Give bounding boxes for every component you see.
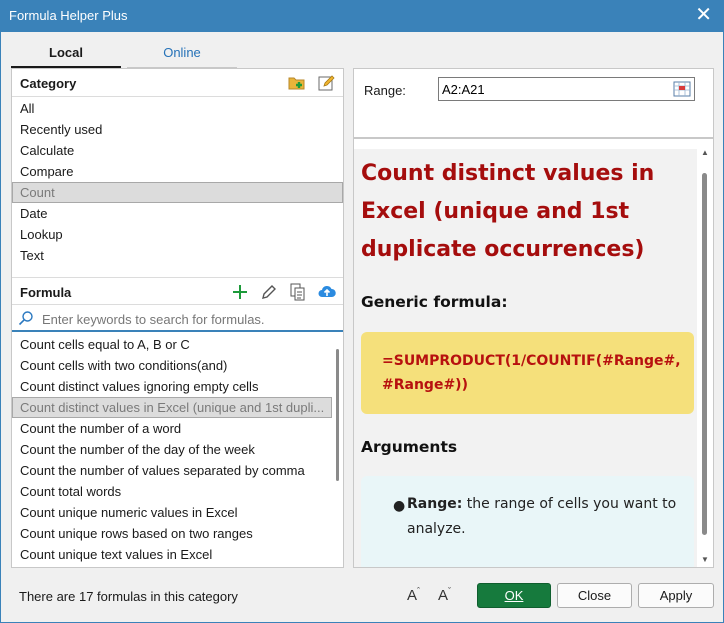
formula-code-line-1: =SUMPRODUCT(1/COUNTIF(#Range#, [382,353,681,369]
bullet-icon: ● [393,498,406,514]
range-input[interactable] [442,81,662,97]
range-field [438,77,695,101]
tab-strip: Local Online [11,42,243,68]
window-title: Formula Helper Plus [9,8,128,23]
scroll-up-icon[interactable]: ▲ [701,148,709,157]
category-item-all[interactable]: All [12,98,343,119]
formula-list: Count cells equal to A, B or C Count cel… [12,334,332,566]
scrollbar-thumb[interactable] [702,173,707,535]
category-item-lookup[interactable]: Lookup [12,224,343,245]
list-item[interactable]: Count the number of values separated by … [12,460,332,481]
formula-search-input[interactable] [42,309,337,329]
category-heading: Category [20,76,77,91]
arguments-heading: Arguments [361,438,458,456]
list-item-selected[interactable]: Count distinct values in Excel (unique a… [12,397,332,418]
category-item-calculate[interactable]: Calculate [12,140,343,161]
argument-name: Range: [407,496,463,512]
list-item[interactable]: Count unique rows based on two ranges [12,523,332,544]
formula-title: Count distinct values in Excel (unique a… [361,161,655,262]
arguments-box: ● Range: the range of cells you want to … [361,476,694,567]
list-item[interactable]: Count the number of a word [12,418,332,439]
search-icon [18,310,34,329]
decrease-font-icon[interactable]: Aˇ [438,586,451,604]
formula-description: Count distinct values in Excel (unique a… [353,138,714,568]
close-button[interactable]: Close [557,583,632,608]
range-picker-icon[interactable] [673,81,691,97]
list-item[interactable]: Count unique text values in Excel [12,544,332,565]
range-label: Range: [364,83,406,98]
list-item[interactable]: Count cells with two conditions(and) [12,355,332,376]
title-bar: Formula Helper Plus ✕ [0,0,724,32]
category-header: Category [12,69,343,97]
add-formula-icon[interactable] [230,282,250,302]
list-item[interactable]: Count total words [12,481,332,502]
range-panel: Range: [353,68,714,138]
formula-header: Formula [12,277,343,305]
list-item[interactable]: Count distinct values ignoring empty cel… [12,376,332,397]
generic-formula-heading: Generic formula: [361,293,508,311]
tab-online[interactable]: Online [127,42,237,68]
edit-category-icon[interactable] [317,73,337,93]
increase-font-icon[interactable]: Aˆ [407,586,420,604]
status-text: There are 17 formulas in this category [19,589,238,604]
list-item[interactable]: Count cells equal to A, B or C [12,334,332,355]
upload-cloud-icon[interactable] [317,282,337,302]
edit-formula-icon[interactable] [259,282,279,302]
formula-search [12,306,343,332]
category-list: All Recently used Calculate Compare Coun… [12,98,343,266]
list-item[interactable]: Count the number of the day of the week [12,439,332,460]
formula-code-box: =SUMPRODUCT(1/COUNTIF(#Range#, #Range#)) [361,332,694,414]
list-item[interactable]: Count unique numeric values in Excel [12,502,332,523]
formula-code-line-2: #Range#)) [382,377,468,393]
category-item-compare[interactable]: Compare [12,161,343,182]
category-item-count[interactable]: Count [12,182,343,203]
left-panel: Category All Recently used Calculate Com… [11,68,344,568]
category-item-text[interactable]: Text [12,245,343,266]
category-item-recently-used[interactable]: Recently used [12,119,343,140]
close-icon[interactable]: ✕ [695,4,712,26]
add-folder-icon[interactable] [287,73,307,93]
description-scrollbar[interactable]: ▲ ▼ [697,139,713,567]
ok-button[interactable]: OK [477,583,551,608]
formula-list-scrollbar[interactable] [336,349,339,481]
copy-formula-icon[interactable] [288,282,308,302]
tab-local[interactable]: Local [11,42,121,68]
category-item-date[interactable]: Date [12,203,343,224]
formula-heading: Formula [20,285,72,300]
apply-button[interactable]: Apply [638,583,714,608]
scroll-down-icon[interactable]: ▼ [701,555,709,564]
